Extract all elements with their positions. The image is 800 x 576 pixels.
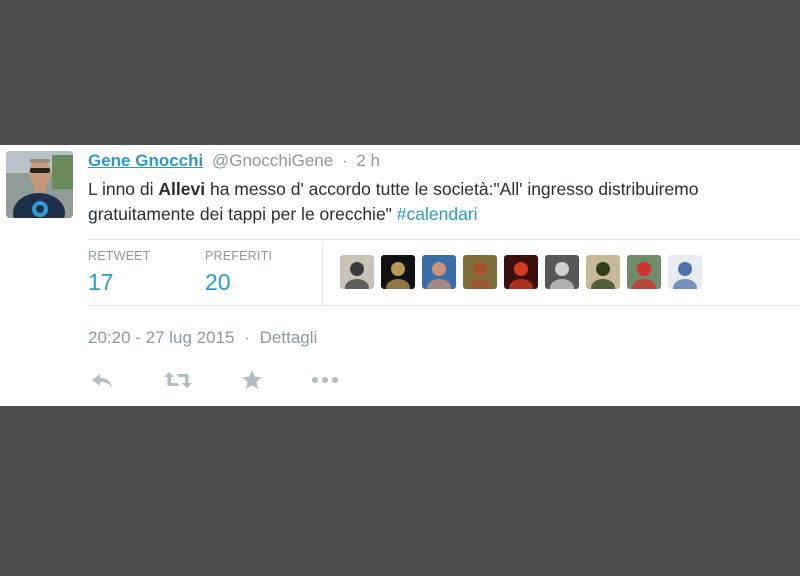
tweet-timestamp-link[interactable]: 2 h [356, 151, 380, 170]
tweet-text-bold: Allevi [158, 179, 206, 199]
favorites-label: PREFERITI [205, 249, 273, 263]
retweet-label: RETWEET [88, 249, 151, 263]
tweet-actions [88, 367, 388, 393]
user-avatar-2[interactable] [381, 255, 415, 289]
user-avatar-7[interactable] [586, 255, 620, 289]
stats-top-divider [88, 239, 800, 240]
tweet-datetime: 20:20 - 27 lug 2015 [88, 328, 235, 347]
reply-icon[interactable] [90, 367, 114, 393]
user-avatar-4[interactable] [463, 255, 497, 289]
stats-bottom-divider [88, 305, 800, 306]
favorites-stat[interactable]: PREFERITI 20 [205, 249, 272, 297]
star-icon[interactable] [240, 367, 264, 393]
user-avatar-8[interactable] [627, 255, 661, 289]
retweet-count: 17 [88, 269, 114, 295]
author-handle[interactable]: @GnocchiGene [212, 151, 333, 170]
user-avatar-3[interactable] [422, 255, 456, 289]
user-avatar-5[interactable] [504, 255, 538, 289]
author-avatar[interactable] [6, 151, 73, 218]
author-name-link[interactable]: Gene Gnocchi [88, 151, 203, 170]
tweet-text: L inno di Allevi ha messo d' accordo tut… [88, 177, 800, 227]
favorites-count: 20 [205, 269, 231, 295]
more-dots-icon[interactable] [310, 367, 340, 393]
user-avatar-6[interactable] [545, 255, 579, 289]
tweet-text-part1: L inno di [88, 179, 159, 199]
retweet-stat[interactable]: RETWEET 17 [88, 249, 151, 297]
hashtag-link[interactable]: #calendari [397, 204, 478, 224]
tweet-card: Gene Gnocchi @GnocchiGene · 2 h L inno d… [0, 145, 800, 406]
retweet-icon[interactable] [163, 367, 193, 393]
tweet-header: Gene Gnocchi @GnocchiGene · 2 h [88, 151, 380, 171]
tweet-footer: 20:20 - 27 lug 2015 · Dettagli [88, 327, 317, 349]
user-avatar-9[interactable] [668, 255, 702, 289]
stats-vertical-divider [322, 241, 323, 305]
details-link[interactable]: Dettagli [260, 328, 318, 347]
footer-separator: · [244, 328, 250, 347]
user-avatar-1[interactable] [340, 255, 374, 289]
header-separator: · [341, 151, 348, 170]
